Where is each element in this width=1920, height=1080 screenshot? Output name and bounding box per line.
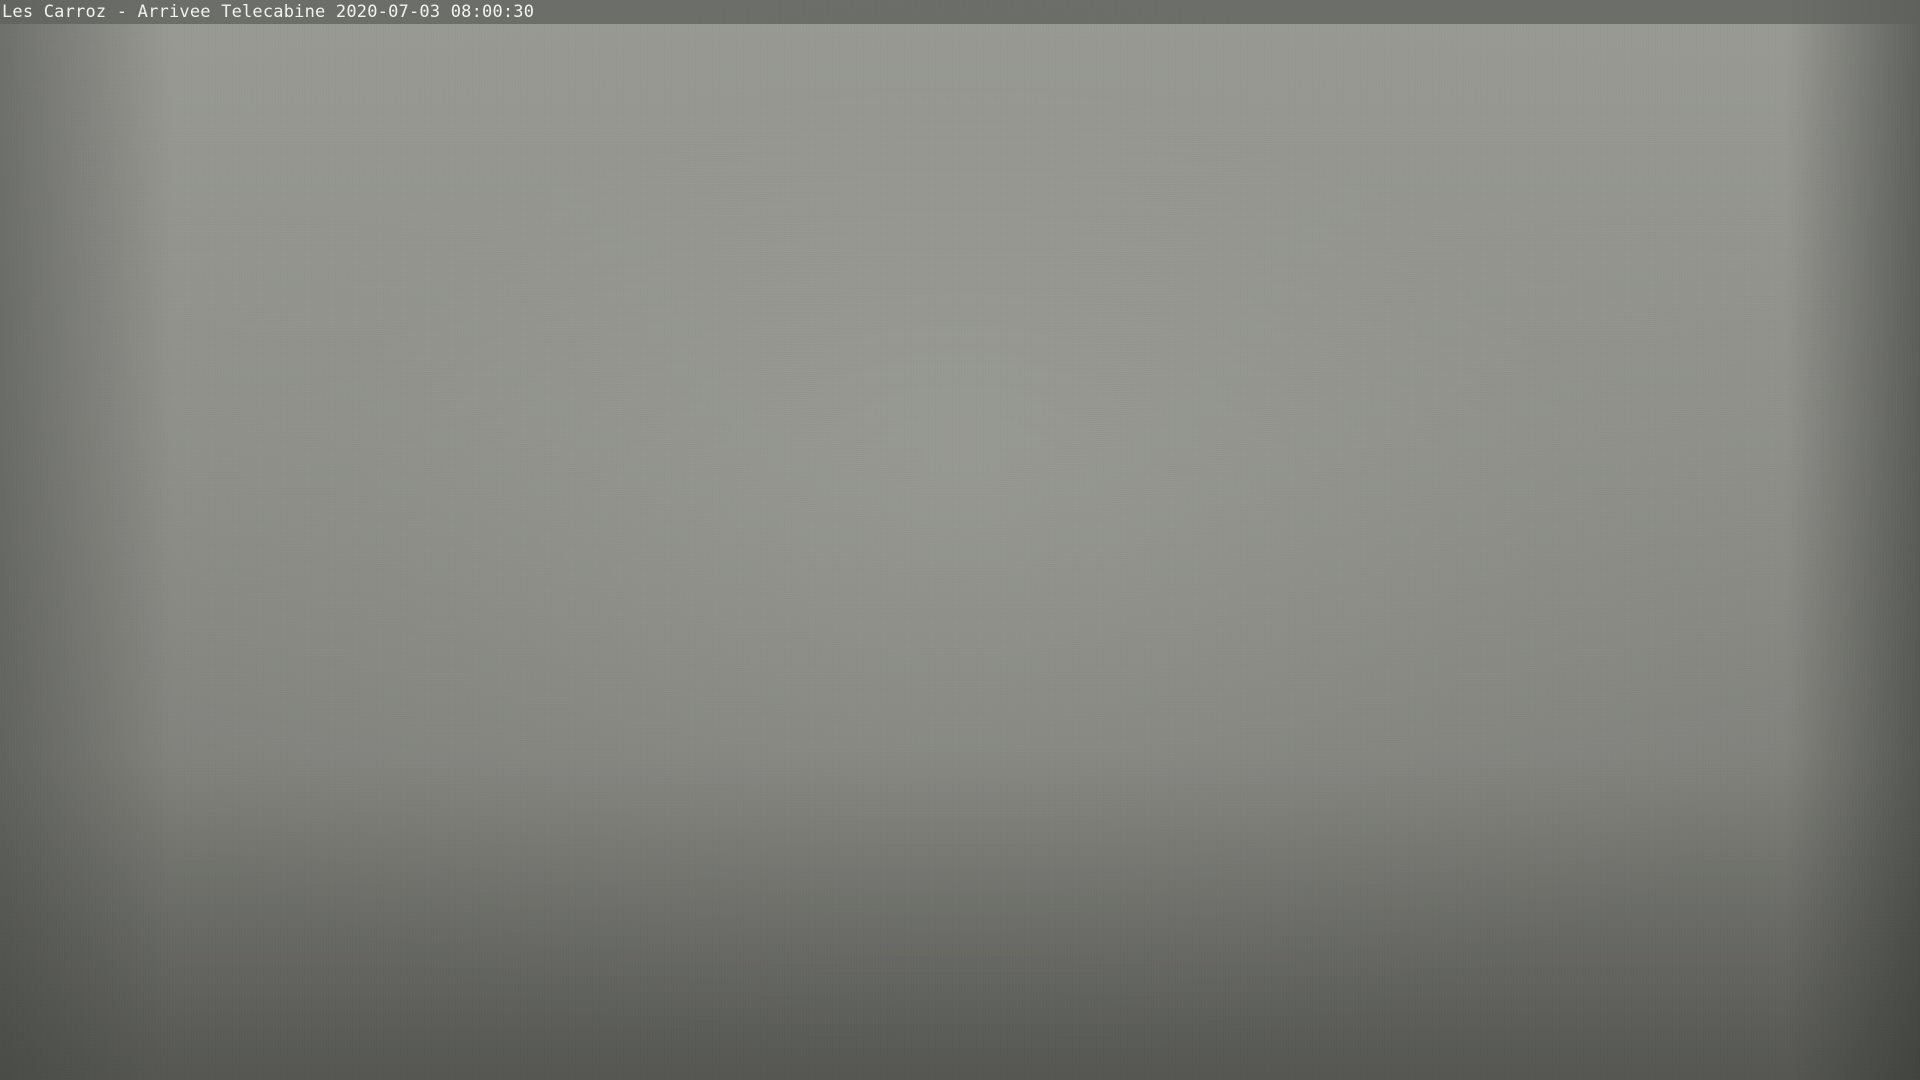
image-noise: [0, 0, 1920, 1080]
lens-vignette: [0, 0, 1920, 1080]
timestamp-caption: Les Carroz - Arrivee Telecabine 2020-07-…: [2, 2, 535, 22]
timestamp-overlay-bar: Les Carroz - Arrivee Telecabine 2020-07-…: [0, 0, 1920, 24]
webcam-frame: Les Carroz - Arrivee Telecabine 2020-07-…: [0, 0, 1920, 1080]
